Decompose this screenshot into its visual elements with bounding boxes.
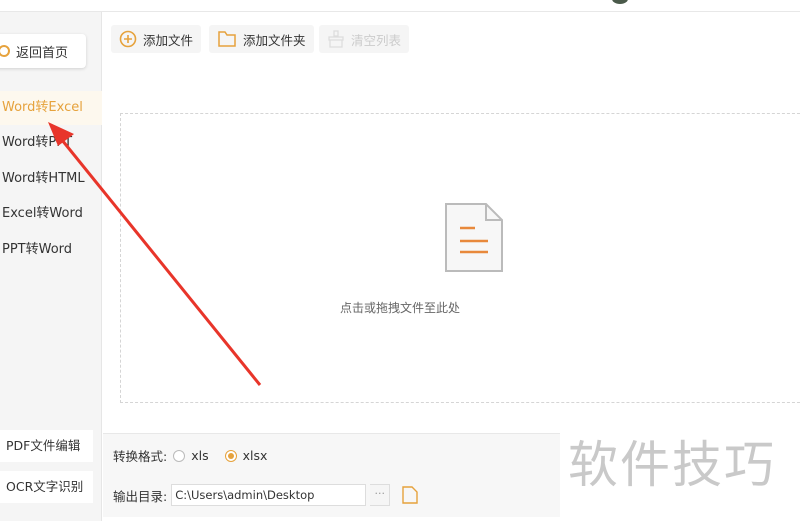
open-folder-icon[interactable] [400, 485, 422, 505]
back-home-button[interactable]: 返回首页 [0, 34, 86, 68]
add-folder-label: 添加文件夹 [243, 32, 306, 48]
folder-icon [218, 31, 236, 47]
clear-list-button[interactable]: 清空列表 [319, 25, 410, 53]
radio-xls[interactable] [173, 449, 186, 462]
watermark-text: 软件技巧 [568, 436, 776, 494]
broom-icon [328, 30, 344, 48]
browse-button[interactable]: ··· [370, 484, 391, 506]
sidebar: 返回首页 Word转Excel Word转PPT Word转HTML Excel… [0, 12, 102, 521]
pdf-edit-button[interactable]: PDF文件编辑 [0, 430, 93, 462]
settings-panel: 转换格式: xls xlsx 输出目录: C:\Users\admin\Desk… [103, 433, 560, 517]
radio-xlsx[interactable] [224, 449, 237, 462]
xlsx-label: xlsx [242, 448, 268, 463]
add-file-label: 添加文件 [143, 32, 194, 48]
ocr-button[interactable]: OCR文字识别 [0, 471, 93, 503]
nav-excel-to-word[interactable]: Excel转Word [0, 197, 102, 231]
avatar[interactable] [612, 0, 628, 4]
nav-ppt-to-word[interactable]: PPT转Word [0, 233, 102, 267]
output-path-input[interactable]: C:\Users\admin\Desktop [171, 484, 367, 506]
document-icon [445, 203, 503, 272]
file-drop-zone[interactable]: 点击或拖拽文件至此处 [120, 113, 800, 403]
nav-word-to-html[interactable]: Word转HTML [0, 162, 102, 196]
add-file-button[interactable]: 添加文件 [111, 25, 202, 53]
clear-list-label: 清空列表 [351, 32, 402, 48]
plus-circle-icon [119, 30, 137, 48]
drop-hint: 点击或拖拽文件至此处 [339, 301, 460, 315]
format-label: 转换格式: [113, 449, 168, 464]
nav-word-to-ppt[interactable]: Word转PPT [0, 126, 102, 160]
output-label: 输出目录: [113, 488, 168, 504]
add-folder-button[interactable]: 添加文件夹 [209, 25, 314, 53]
back-home-label: 返回首页 [16, 45, 69, 61]
watermark: 软件技巧 [560, 403, 800, 521]
nav-word-to-excel[interactable]: Word转Excel [0, 91, 102, 125]
home-circle-icon [0, 45, 10, 57]
xls-label: xls [191, 448, 209, 463]
title-bar [0, 0, 800, 12]
